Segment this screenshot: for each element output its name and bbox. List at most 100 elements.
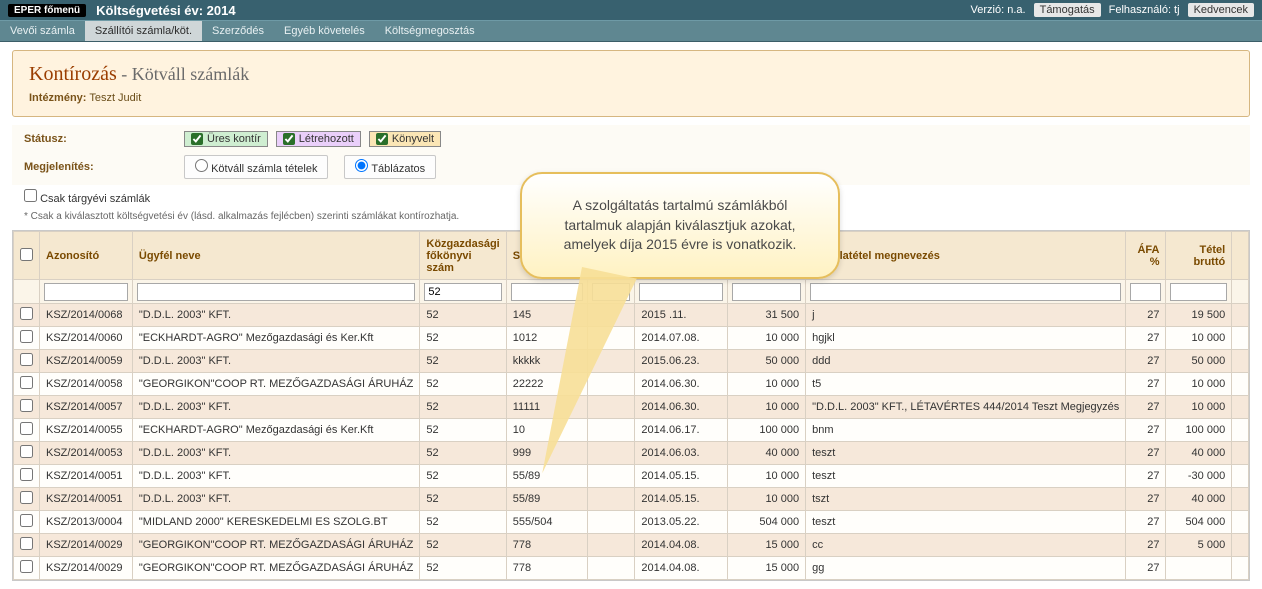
year-label: Költségvetési év: 2014 bbox=[96, 3, 235, 18]
table-row[interactable]: KSZ/2014/0029"GEORGIKON"COOP RT. MEZŐGAZ… bbox=[14, 534, 1249, 557]
row-check[interactable] bbox=[20, 422, 33, 435]
row-check[interactable] bbox=[20, 560, 33, 573]
row-check[interactable] bbox=[20, 330, 33, 343]
cell-d1 bbox=[587, 511, 635, 534]
cell-afa: 27 bbox=[1126, 511, 1166, 534]
cell-fk: 52 bbox=[420, 396, 506, 419]
cell-afa: 27 bbox=[1126, 350, 1166, 373]
status-check-booked[interactable] bbox=[376, 133, 388, 145]
page-title: Kontírozás - Kötváll számlák bbox=[29, 63, 1233, 86]
row-check[interactable] bbox=[20, 353, 33, 366]
col-client[interactable]: Ügyfél neve bbox=[132, 232, 420, 280]
display-items[interactable]: Kötváll számla tételek bbox=[184, 155, 328, 179]
filter-desc[interactable] bbox=[810, 283, 1121, 301]
status-label: Státusz: bbox=[24, 133, 164, 145]
cell-desc: ddd bbox=[806, 350, 1126, 373]
col-fk[interactable]: Közgazdasági főkönyvi szám bbox=[420, 232, 506, 280]
filter-client[interactable] bbox=[137, 283, 416, 301]
col-afa[interactable]: ÁFA % bbox=[1126, 232, 1166, 280]
cell-client: "D.D.L. 2003" KFT. bbox=[132, 442, 420, 465]
row-check[interactable] bbox=[20, 376, 33, 389]
filter-afa[interactable] bbox=[1130, 283, 1161, 301]
cell-brutto: -30 000 bbox=[1166, 465, 1232, 488]
display-items-radio[interactable] bbox=[195, 159, 208, 172]
row-check[interactable] bbox=[20, 468, 33, 481]
cell-fk: 52 bbox=[420, 511, 506, 534]
display-table[interactable]: Táblázatos bbox=[344, 155, 436, 179]
table-row[interactable]: KSZ/2014/0058"GEORGIKON"COOP RT. MEZŐGAZ… bbox=[14, 373, 1249, 396]
filter-szs[interactable] bbox=[511, 283, 583, 301]
cell-client: "D.D.L. 2003" KFT. bbox=[132, 465, 420, 488]
cell-desc: tszt bbox=[806, 488, 1126, 511]
table-row[interactable]: KSZ/2014/0060"ECKHARDT-AGRO" Mezőgazdasá… bbox=[14, 327, 1249, 350]
row-check[interactable] bbox=[20, 445, 33, 458]
select-all-check[interactable] bbox=[20, 248, 33, 261]
status-chip-created[interactable]: Létrehozott bbox=[276, 131, 361, 147]
menu-szerzodes[interactable]: Szerződés bbox=[202, 21, 274, 41]
cell-fk: 52 bbox=[420, 465, 506, 488]
menu-koltseg[interactable]: Költségmegosztás bbox=[375, 21, 485, 41]
row-check[interactable] bbox=[20, 514, 33, 527]
status-chip-booked[interactable]: Könyvelt bbox=[369, 131, 441, 147]
favorites-button[interactable]: Kedvencek bbox=[1188, 3, 1254, 17]
cell-client: "D.D.L. 2003" KFT. bbox=[132, 304, 420, 327]
app-brand[interactable]: EPER főmenü bbox=[8, 4, 86, 17]
filter-fk[interactable] bbox=[424, 283, 501, 301]
cell-client: "ECKHARDT-AGRO" Mezőgazdasági és Ker.Kft bbox=[132, 327, 420, 350]
status-chip-empty[interactable]: Üres kontír bbox=[184, 131, 268, 147]
filter-id[interactable] bbox=[44, 283, 128, 301]
cell-desc: teszt bbox=[806, 442, 1126, 465]
table-row[interactable]: KSZ/2014/0051"D.D.L. 2003" KFT.5255/8920… bbox=[14, 488, 1249, 511]
table-row[interactable]: KSZ/2013/0004"MIDLAND 2000" KERESKEDELMI… bbox=[14, 511, 1249, 534]
support-button[interactable]: Támogatás bbox=[1034, 3, 1101, 17]
only-current-year-check[interactable] bbox=[24, 189, 37, 202]
cell-desc: t5 bbox=[806, 373, 1126, 396]
cell-desc: teszt bbox=[806, 511, 1126, 534]
row-check[interactable] bbox=[20, 491, 33, 504]
cell-szs: 55/89 bbox=[506, 488, 587, 511]
table-row[interactable]: KSZ/2014/0055"ECKHARDT-AGRO" Mezőgazdasá… bbox=[14, 419, 1249, 442]
filter-brutto[interactable] bbox=[1170, 283, 1227, 301]
cell-afa: 27 bbox=[1126, 373, 1166, 396]
cell-d2: 2014.06.17. bbox=[635, 419, 728, 442]
table-row[interactable]: KSZ/2014/0068"D.D.L. 2003" KFT.521452015… bbox=[14, 304, 1249, 327]
user-label: Felhasználó: tj bbox=[1109, 4, 1180, 16]
cell-id: KSZ/2014/0057 bbox=[40, 396, 133, 419]
filter-d2[interactable] bbox=[639, 283, 723, 301]
menu-szallito[interactable]: Szállítói számla/köt. bbox=[85, 21, 202, 41]
table-row[interactable]: KSZ/2014/0059"D.D.L. 2003" KFT.52kkkkk20… bbox=[14, 350, 1249, 373]
col-desc[interactable]: számlatétel megnevezés bbox=[806, 232, 1126, 280]
col-brutto[interactable]: Tétel bruttó bbox=[1166, 232, 1232, 280]
status-check-created[interactable] bbox=[283, 133, 295, 145]
cell-brutto: 10 000 bbox=[1166, 396, 1232, 419]
cell-afa: 27 bbox=[1126, 304, 1166, 327]
page-header-panel: Kontírozás - Kötváll számlák Intézmény: … bbox=[12, 50, 1250, 117]
col-id[interactable]: Azonosító bbox=[40, 232, 133, 280]
cell-client: "MIDLAND 2000" KERESKEDELMI ES SZOLG.BT bbox=[132, 511, 420, 534]
table-row[interactable]: KSZ/2014/0057"D.D.L. 2003" KFT.521111120… bbox=[14, 396, 1249, 419]
cell-brutto: 10 000 bbox=[1166, 327, 1232, 350]
cell-d2: 2013.05.22. bbox=[635, 511, 728, 534]
table-row[interactable]: KSZ/2014/0053"D.D.L. 2003" KFT.529992014… bbox=[14, 442, 1249, 465]
row-check[interactable] bbox=[20, 537, 33, 550]
cell-num: 10 000 bbox=[728, 488, 806, 511]
cell-client: "D.D.L. 2003" KFT. bbox=[132, 488, 420, 511]
display-label: Megjelenítés: bbox=[24, 161, 164, 173]
row-check[interactable] bbox=[20, 307, 33, 320]
display-table-radio[interactable] bbox=[355, 159, 368, 172]
cell-num: 100 000 bbox=[728, 419, 806, 442]
cell-brutto: 504 000 bbox=[1166, 511, 1232, 534]
only-current-year[interactable]: Csak tárgyévi számlák bbox=[24, 189, 150, 205]
filter-num[interactable] bbox=[732, 283, 801, 301]
cell-afa: 27 bbox=[1126, 327, 1166, 350]
table-row[interactable]: KSZ/2014/0051"D.D.L. 2003" KFT.5255/8920… bbox=[14, 465, 1249, 488]
cell-d2: 2014.06.30. bbox=[635, 373, 728, 396]
status-check-empty[interactable] bbox=[191, 133, 203, 145]
menu-egyeb[interactable]: Egyéb követelés bbox=[274, 21, 375, 41]
menu-vevo[interactable]: Vevői számla bbox=[0, 21, 85, 41]
cell-afa: 27 bbox=[1126, 396, 1166, 419]
cell-num: 10 000 bbox=[728, 396, 806, 419]
cell-num: 10 000 bbox=[728, 327, 806, 350]
row-check[interactable] bbox=[20, 399, 33, 412]
cell-fk: 52 bbox=[420, 304, 506, 327]
